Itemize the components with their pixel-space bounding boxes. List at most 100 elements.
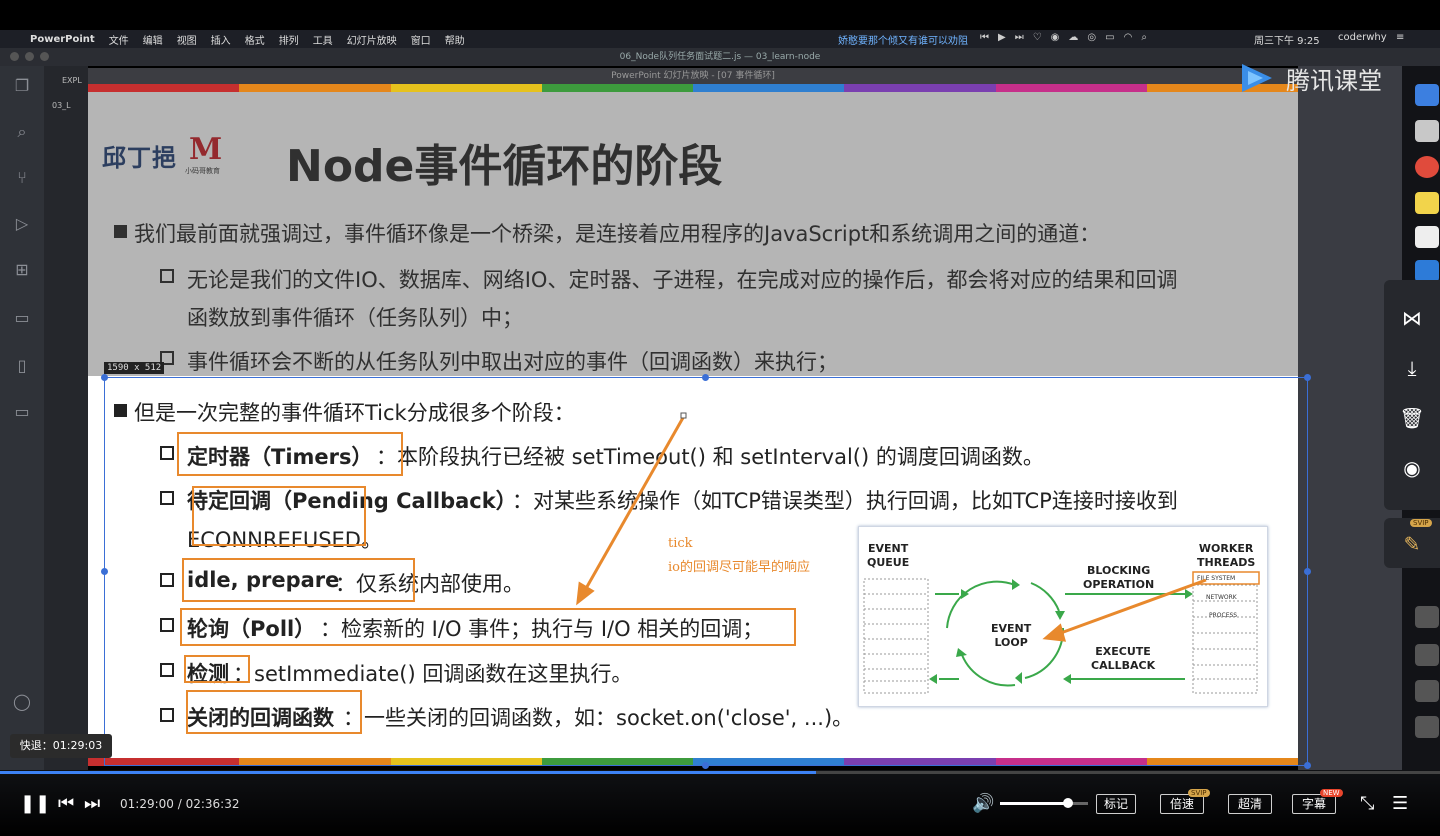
delete-icon[interactable]: 🗑 — [1398, 404, 1426, 432]
bookmark-icon[interactable]: ▯ — [12, 356, 32, 376]
launchpad-icon[interactable] — [1415, 120, 1439, 142]
event-loop-line2: LOOP — [994, 636, 1028, 649]
menu-slideshow[interactable]: 幻灯片放映 — [347, 32, 397, 47]
next-icon[interactable]: ⏭ — [84, 794, 100, 814]
zoom-window-button[interactable] — [40, 52, 49, 61]
chrome-icon[interactable] — [1415, 156, 1439, 178]
previous-icon[interactable]: ⏮ — [58, 794, 74, 814]
search-icon[interactable]: ⌕ — [12, 122, 32, 142]
music-marquee: 娇憨要那个倾又有谁可以劝阻 — [838, 36, 968, 47]
minimize-window-button[interactable] — [25, 52, 34, 61]
close-window-button[interactable] — [10, 52, 19, 61]
battery-icon[interactable]: ▭ — [1105, 32, 1114, 43]
menu-format[interactable]: 格式 — [245, 32, 265, 47]
selection-size-label: 1590 x 512 — [104, 362, 165, 374]
play-icon[interactable]: ▶ — [998, 32, 1006, 43]
resize-handle[interactable] — [1304, 374, 1311, 381]
previous-track-icon[interactable]: ⏮ — [980, 32, 989, 43]
menu-view[interactable]: 视图 — [177, 32, 197, 47]
execute-callback-label: EXECUTE CALLBACK — [1091, 645, 1155, 673]
time-separator: / — [173, 797, 186, 811]
svip-badge: SVIP — [1410, 519, 1432, 527]
window-thumb-icon[interactable] — [1415, 644, 1439, 666]
resize-handle[interactable] — [101, 374, 108, 381]
speed-svip-tag: SVIP — [1188, 789, 1210, 797]
search-icon[interactable]: ⌕ — [1141, 32, 1147, 43]
tencent-classroom-logo: 腾讯课堂 — [1236, 60, 1382, 96]
blocking-line1: BLOCKING — [1086, 564, 1151, 577]
clock[interactable]: 周三下午 9:25 — [1254, 32, 1320, 47]
mac-menubar: PowerPoint 文件 编辑 视图 插入 格式 排列 工具 幻灯片放映 窗口… — [0, 30, 1440, 48]
event-queue-label: EVENT QUEUE — [867, 542, 909, 570]
worker-threads-label: WORKER THREADS — [1197, 542, 1255, 570]
window-thumb-icon[interactable] — [1415, 680, 1439, 702]
video-top-bar — [0, 0, 1440, 30]
source-control-icon[interactable]: ⑂ — [12, 168, 32, 188]
notes-icon[interactable] — [1415, 192, 1439, 214]
wechat-icon[interactable]: ◎ — [1087, 32, 1096, 43]
control-center-icon[interactable]: ≡ — [1396, 32, 1406, 43]
progress-track[interactable] — [0, 771, 1440, 774]
resize-handle[interactable] — [101, 568, 108, 575]
finder-icon[interactable] — [1415, 84, 1439, 106]
menu-arrange[interactable]: 排列 — [279, 32, 299, 47]
volume-knob[interactable] — [1062, 798, 1073, 808]
blocking-line2: OPERATION — [1083, 578, 1155, 591]
mark-button[interactable]: 标记 — [1096, 794, 1136, 814]
window-controls — [10, 52, 49, 61]
tencent-brand: 腾讯课堂 — [1286, 66, 1382, 95]
volume-icon[interactable]: 🔊 — [972, 794, 994, 814]
heart-icon[interactable]: ♡ — [1033, 32, 1042, 43]
files-icon[interactable]: ❐ — [12, 76, 32, 96]
duration: 02:36:32 — [185, 797, 240, 811]
resize-handle[interactable] — [702, 374, 709, 381]
file-system-label: FILE SYSTEM — [1197, 575, 1236, 582]
wifi-icon[interactable]: ◠ — [1124, 32, 1133, 43]
folder-icon[interactable]: ▭ — [12, 402, 32, 422]
window-thumb-icon[interactable] — [1415, 606, 1439, 628]
speed-button[interactable]: 倍速 — [1160, 794, 1204, 814]
quality-button[interactable]: 超清 — [1228, 794, 1272, 814]
user-name[interactable]: coderwhy — [1338, 32, 1387, 43]
menu-app-name[interactable]: PowerPoint — [30, 34, 95, 45]
account-icon[interactable]: ◯ — [12, 692, 32, 712]
eye-icon[interactable]: ◉ — [1398, 454, 1426, 482]
window-thumb-icon[interactable] — [1415, 716, 1439, 738]
calendar-icon[interactable] — [1415, 226, 1439, 248]
menu-edit[interactable]: 编辑 — [143, 32, 163, 47]
share-icon[interactable]: ⋈ — [1398, 304, 1426, 332]
resize-handle[interactable] — [1304, 568, 1311, 575]
menu-insert[interactable]: 插入 — [211, 32, 231, 47]
annotation-tick: tick — [668, 536, 693, 551]
event-loop-label: EVENT LOOP — [991, 622, 1031, 650]
resize-handle[interactable] — [1304, 762, 1311, 769]
vscode-activity-bar: ❐ ⌕ ⑂ ▷ ⊞ ▭ ▯ ▭ ◯ ⚙ — [0, 66, 44, 770]
network-label: NETWORK — [1206, 594, 1237, 601]
play-logo-icon — [1236, 60, 1278, 96]
pin-icon[interactable]: ✎ — [1398, 530, 1426, 558]
resize-handle[interactable] — [702, 762, 709, 769]
download-icon[interactable]: ⤓ — [1398, 354, 1426, 382]
side-action-panel: ⋈ ⤓ 🗑 ◉ — [1384, 280, 1440, 510]
menu-window[interactable]: 窗口 — [411, 32, 431, 47]
slide-rainbow-top — [88, 84, 1298, 92]
cloud-icon[interactable]: ☁ — [1068, 32, 1078, 43]
run-debug-icon[interactable]: ▷ — [12, 214, 32, 234]
event-loop-diagram: EVENT QUEUE EVENT LOOP BLOCKING OPERATIO… — [858, 526, 1268, 707]
exit-fullscreen-icon[interactable]: ⤡ — [1360, 794, 1374, 814]
workers-line1: WORKER — [1198, 542, 1254, 555]
vscode-dock-icon[interactable] — [1415, 260, 1439, 282]
location-icon[interactable]: ◉ — [1051, 32, 1060, 43]
volume-slider[interactable] — [1000, 798, 1088, 808]
pause-icon[interactable]: ❚❚ — [20, 794, 50, 814]
time-display: 01:29:00 / 02:36:32 — [120, 797, 239, 811]
remote-explorer-icon[interactable]: ▭ — [12, 308, 32, 328]
menu-help[interactable]: 帮助 — [445, 32, 465, 47]
subtitle-button[interactable]: 字幕 — [1292, 794, 1336, 814]
playlist-icon[interactable]: ☰ — [1392, 794, 1408, 814]
menu-file[interactable]: 文件 — [109, 32, 129, 47]
explorer-folder[interactable]: 03_L — [52, 101, 71, 110]
extensions-icon[interactable]: ⊞ — [12, 260, 32, 280]
next-track-icon[interactable]: ⏭ — [1015, 32, 1024, 43]
menu-tools[interactable]: 工具 — [313, 32, 333, 47]
